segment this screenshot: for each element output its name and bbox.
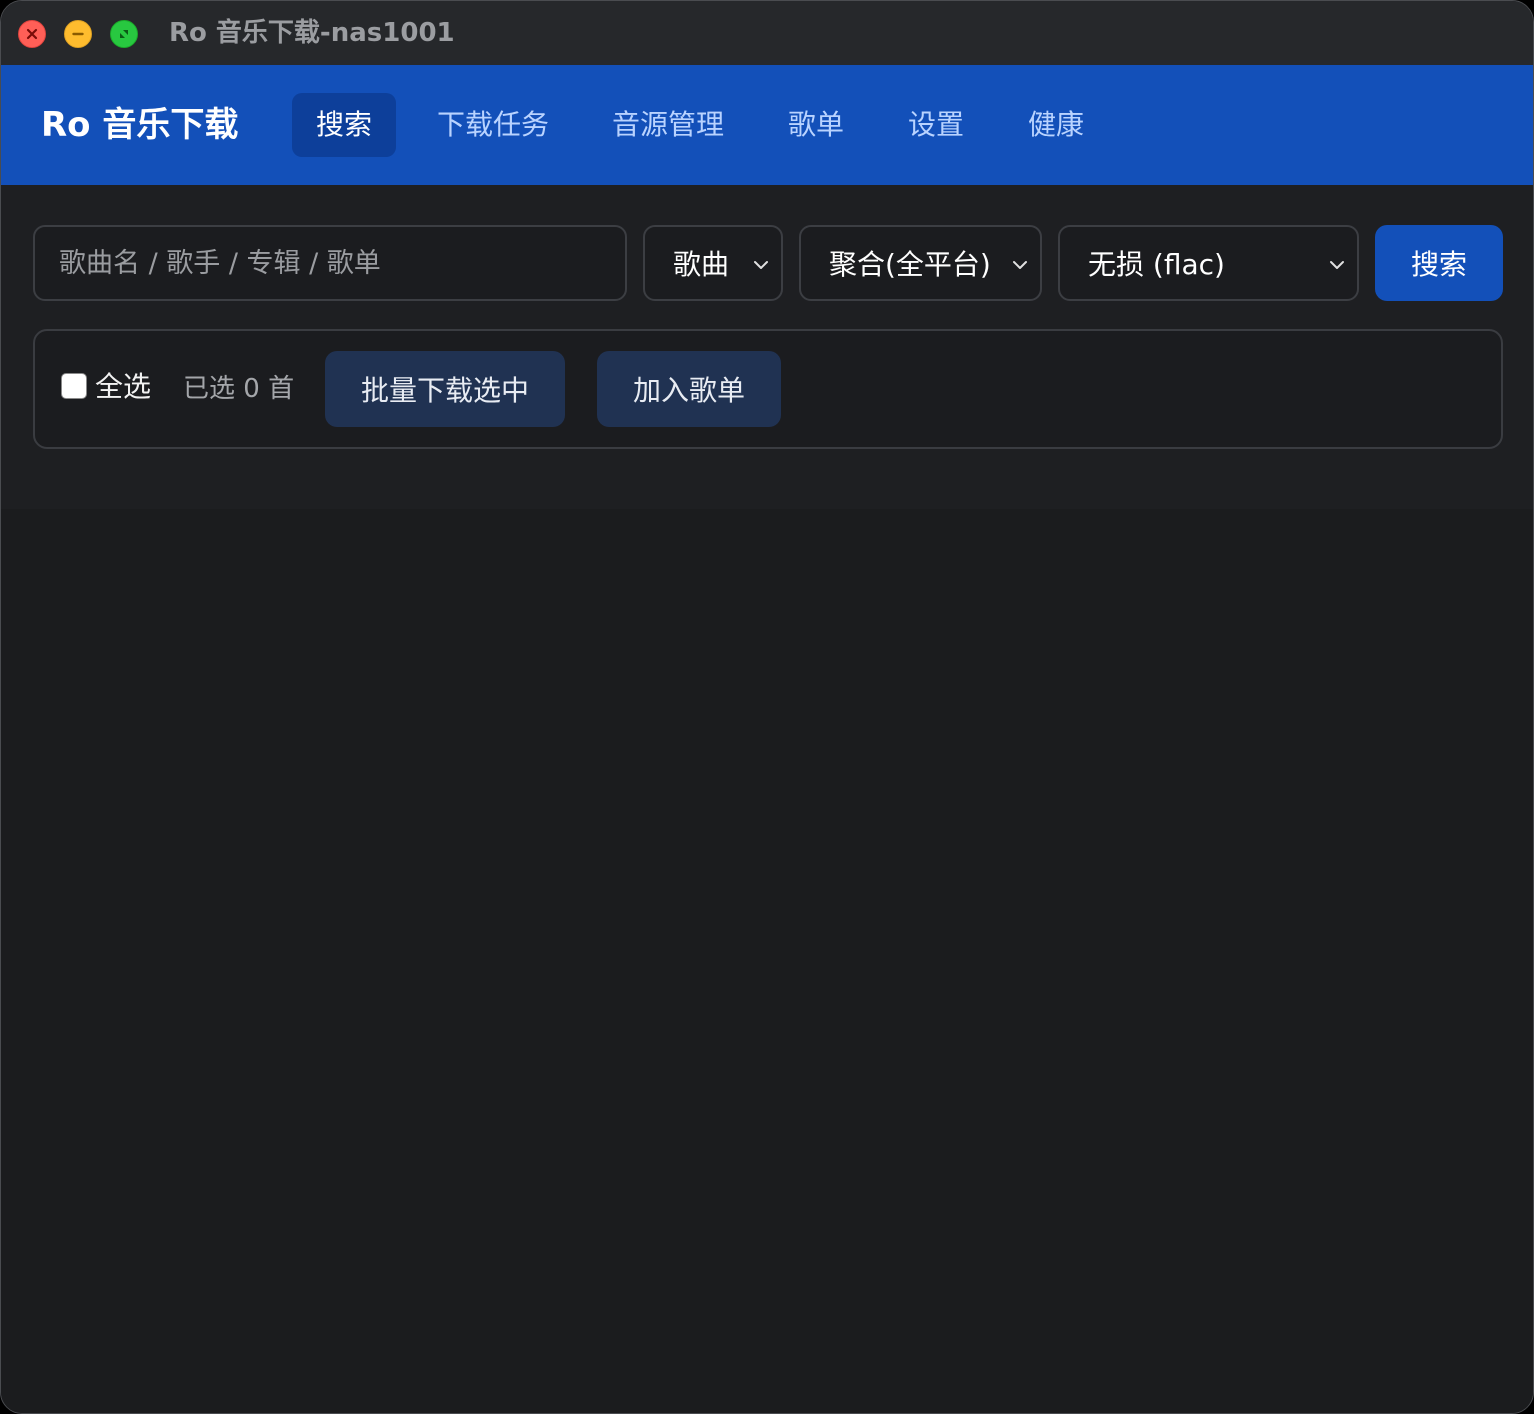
close-window-button[interactable] (18, 20, 46, 48)
results-area (1, 509, 1533, 1413)
add-to-playlist-button[interactable]: 加入歌单 (597, 351, 781, 427)
quality-value: 无损 (flac) (1088, 248, 1225, 281)
fullscreen-window-button[interactable] (110, 20, 138, 48)
tab-health[interactable]: 健康 (1004, 93, 1108, 157)
app-window: Ro 音乐下载-nas1001 Ro 音乐下载 搜索 下载任务 音源管理 歌单 … (0, 0, 1534, 1414)
tab-search[interactable]: 搜索 (292, 93, 396, 157)
selected-count: 已选 0 首 (183, 374, 295, 404)
batch-toolbar: 全选 已选 0 首 批量下载选中 加入歌单 (33, 329, 1503, 449)
search-type-value: 歌曲 (673, 248, 730, 281)
fullscreen-icon (120, 30, 128, 38)
app-brand: Ro 音乐下载 (41, 105, 239, 145)
tab-source-management[interactable]: 音源管理 (588, 93, 748, 157)
platform-select[interactable]: 聚合(全平台) (799, 225, 1042, 301)
app-header: Ro 音乐下载 搜索 下载任务 音源管理 歌单 设置 健康 (1, 65, 1533, 185)
chevron-down-icon (754, 261, 768, 269)
search-panel: 歌曲 聚合(全平台) 无损 (flac) 搜索 全选 已选 0 首 批量下载选中… (1, 185, 1533, 509)
chevron-down-icon (1330, 261, 1344, 269)
tab-playlists[interactable]: 歌单 (764, 93, 868, 157)
quality-select[interactable]: 无损 (flac) (1058, 225, 1359, 301)
select-all-label[interactable]: 全选 (95, 367, 151, 407)
tab-download-tasks[interactable]: 下载任务 (413, 93, 573, 157)
window-title: Ro 音乐下载-nas1001 (169, 18, 455, 48)
select-all-checkbox[interactable] (61, 373, 87, 399)
search-input[interactable] (33, 225, 627, 301)
platform-value: 聚合(全平台) (829, 248, 991, 281)
close-icon (26, 28, 38, 40)
tab-settings[interactable]: 设置 (884, 93, 988, 157)
minimize-icon (72, 32, 84, 36)
title-bar: Ro 音乐下载-nas1001 (1, 1, 1533, 65)
batch-download-button[interactable]: 批量下载选中 (325, 351, 565, 427)
minimize-window-button[interactable] (64, 20, 92, 48)
chevron-down-icon (1013, 261, 1027, 269)
search-type-select[interactable]: 歌曲 (643, 225, 783, 301)
search-button[interactable]: 搜索 (1375, 225, 1503, 301)
